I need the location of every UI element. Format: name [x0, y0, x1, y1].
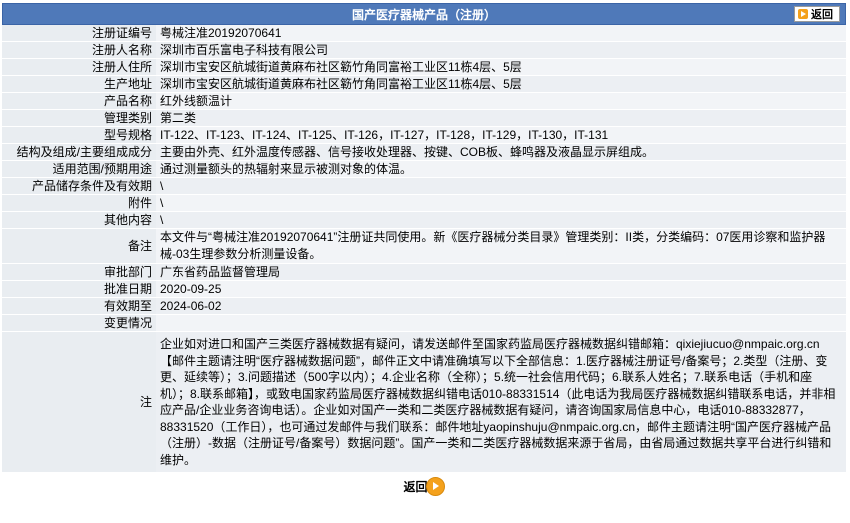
field-value: IT-122、IT-123、IT-124、IT-125、IT-126，IT-12…	[156, 126, 846, 144]
table-row: 产品储存条件及有效期 \	[2, 177, 846, 195]
field-label: 审批部门	[2, 263, 156, 281]
field-label: 批准日期	[2, 280, 156, 298]
detail-table: 注册证编号 粤械注准20192070641 注册人名称 深圳市百乐富电子科技有限公司…	[2, 25, 846, 473]
arrow-right-icon	[425, 476, 445, 496]
field-label: 型号规格	[2, 126, 156, 144]
table-row: 注册证编号 粤械注准20192070641	[2, 25, 846, 42]
table-row: 备注 本文件与“粤械注准20192070641”注册证共同使用。新《医疗器械分类目…	[2, 228, 846, 264]
back-button-top[interactable]: 返回	[794, 6, 840, 22]
field-label: 附件	[2, 194, 156, 212]
field-label: 注册证编号	[2, 25, 156, 42]
table-row: 批准日期 2020-09-25	[2, 280, 846, 298]
back-button-bottom-label: 返回	[403, 479, 428, 494]
field-value: 2020-09-25	[156, 280, 846, 298]
field-value: 本文件与“粤械注准20192070641”注册证共同使用。新《医疗器械分类目录》…	[156, 228, 846, 264]
table-row-note: 注 企业如对进口和国产三类医疗器械数据有疑问，请发送邮件至国家药监局医疗器械数据…	[2, 331, 846, 473]
product-detail-panel: 国产医疗器械产品（注册） 返回 注册证编号 粤械注准20192070641 注册人…	[2, 3, 846, 517]
table-row: 审批部门 广东省药品监督管理局	[2, 263, 846, 281]
field-label: 管理类别	[2, 109, 156, 127]
note-text: 企业如对进口和国产三类医疗器械数据有疑问，请发送邮件至国家药监局医疗器械数据纠错…	[156, 331, 846, 473]
field-value: 通过测量额头的热辐射来显示被测对象的体温。	[156, 160, 846, 178]
field-value: 主要由外壳、红外温度传感器、信号接收处理器、按键、COB板、蜂鸣器及液晶显示屏组…	[156, 143, 846, 161]
field-value: 广东省药品监督管理局	[156, 263, 846, 281]
field-label: 其他内容	[2, 211, 156, 229]
field-label: 生产地址	[2, 75, 156, 93]
field-label: 注册人住所	[2, 58, 156, 76]
field-label: 结构及组成/主要组成成分	[2, 143, 156, 161]
field-value: \	[156, 177, 846, 195]
table-row: 型号规格 IT-122、IT-123、IT-124、IT-125、IT-126，I…	[2, 126, 846, 144]
field-value	[156, 314, 846, 332]
field-label: 产品名称	[2, 92, 156, 110]
field-label: 变更情况	[2, 314, 156, 332]
table-row: 有效期至 2024-06-02	[2, 297, 846, 315]
table-row: 适用范围/预期用途 通过测量额头的热辐射来显示被测对象的体温。	[2, 160, 846, 178]
field-label: 有效期至	[2, 297, 156, 315]
field-label: 适用范围/预期用途	[2, 160, 156, 178]
back-button-top-label: 返回	[811, 9, 833, 21]
field-label: 注册人名称	[2, 41, 156, 59]
field-value: 深圳市百乐富电子科技有限公司	[156, 41, 846, 59]
field-value: 深圳市宝安区航城街道黄麻布社区簕竹角同富裕工业区11栋4层、5层	[156, 75, 846, 93]
table-row: 结构及组成/主要组成成分 主要由外壳、红外温度传感器、信号接收处理器、按键、COB…	[2, 143, 846, 161]
footer-bar: 返回	[2, 473, 846, 499]
note-label: 注	[2, 331, 156, 473]
table-row: 注册人住所 深圳市宝安区航城街道黄麻布社区簕竹角同富裕工业区11栋4层、5层	[2, 58, 846, 76]
title-bar: 国产医疗器械产品（注册） 返回	[2, 3, 846, 25]
field-value: 2024-06-02	[156, 297, 846, 315]
field-value: 第二类	[156, 109, 846, 127]
field-value: 粤械注准20192070641	[156, 25, 846, 42]
table-row: 变更情况	[2, 314, 846, 332]
page-title: 国产医疗器械产品（注册）	[351, 7, 496, 22]
table-row: 产品名称 红外线额温计	[2, 92, 846, 110]
field-label: 产品储存条件及有效期	[2, 177, 156, 195]
table-row: 其他内容 \	[2, 211, 846, 229]
field-value: 深圳市宝安区航城街道黄麻布社区簕竹角同富裕工业区11栋4层、5层	[156, 58, 846, 76]
arrow-right-icon	[798, 9, 808, 19]
table-row: 附件 \	[2, 194, 846, 212]
field-value: \	[156, 194, 846, 212]
table-row: 生产地址 深圳市宝安区航城街道黄麻布社区簕竹角同富裕工业区11栋4层、5层	[2, 75, 846, 93]
back-button-bottom[interactable]: 返回	[403, 476, 445, 496]
table-row: 注册人名称 深圳市百乐富电子科技有限公司	[2, 41, 846, 59]
field-label: 备注	[2, 228, 156, 264]
field-value: \	[156, 211, 846, 229]
field-value: 红外线额温计	[156, 92, 846, 110]
table-row: 管理类别 第二类	[2, 109, 846, 127]
